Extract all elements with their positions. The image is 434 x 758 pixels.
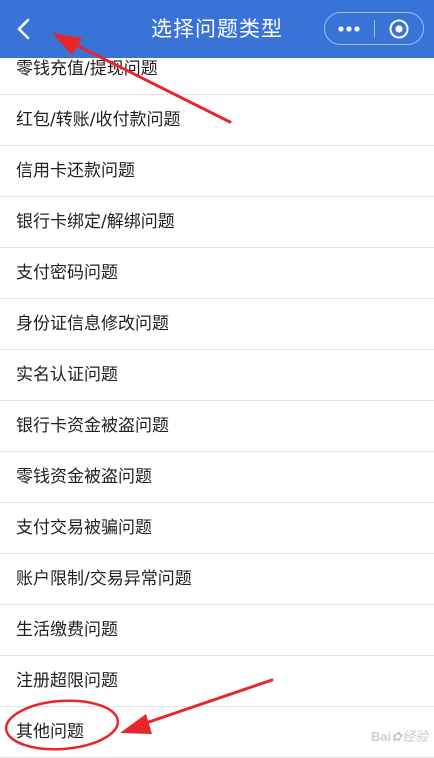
list-item[interactable]: 银行卡资金被盗问题 [0, 401, 434, 452]
list-item[interactable]: 信用卡还款问题 [0, 146, 434, 197]
target-close-icon [389, 19, 409, 38]
more-dots-icon [338, 25, 360, 32]
watermark-brand: Bai [370, 729, 392, 744]
problem-type-list: 零钱充值/提现问题 红包/转账/收付款问题 信用卡还款问题 银行卡绑定/解绑问题… [0, 44, 434, 758]
list-item[interactable]: 生活缴费问题 [0, 605, 434, 656]
list-item[interactable]: 其他问题 [0, 707, 434, 758]
more-button[interactable] [325, 13, 374, 44]
close-button[interactable] [375, 13, 424, 44]
list-item[interactable]: 注册超限问题 [0, 656, 434, 707]
list-item[interactable]: 身份证信息修改问题 [0, 299, 434, 350]
watermark: Bai✿经验 [371, 726, 428, 745]
list-item[interactable]: 支付密码问题 [0, 248, 434, 299]
list-item[interactable]: 账户限制/交易异常问题 [0, 554, 434, 605]
watermark-paw-icon: ✿ [391, 729, 402, 744]
title-bar: 选择问题类型 [0, 0, 434, 58]
watermark-suffix: 经验 [401, 729, 428, 744]
list-item[interactable]: 支付交易被骗问题 [0, 503, 434, 554]
mini-program-capsule [324, 12, 424, 45]
list-item[interactable]: 红包/转账/收付款问题 [0, 95, 434, 146]
list-item[interactable]: 零钱资金被盗问题 [0, 452, 434, 503]
list-item[interactable]: 银行卡绑定/解绑问题 [0, 197, 434, 248]
list-item[interactable]: 实名认证问题 [0, 350, 434, 401]
